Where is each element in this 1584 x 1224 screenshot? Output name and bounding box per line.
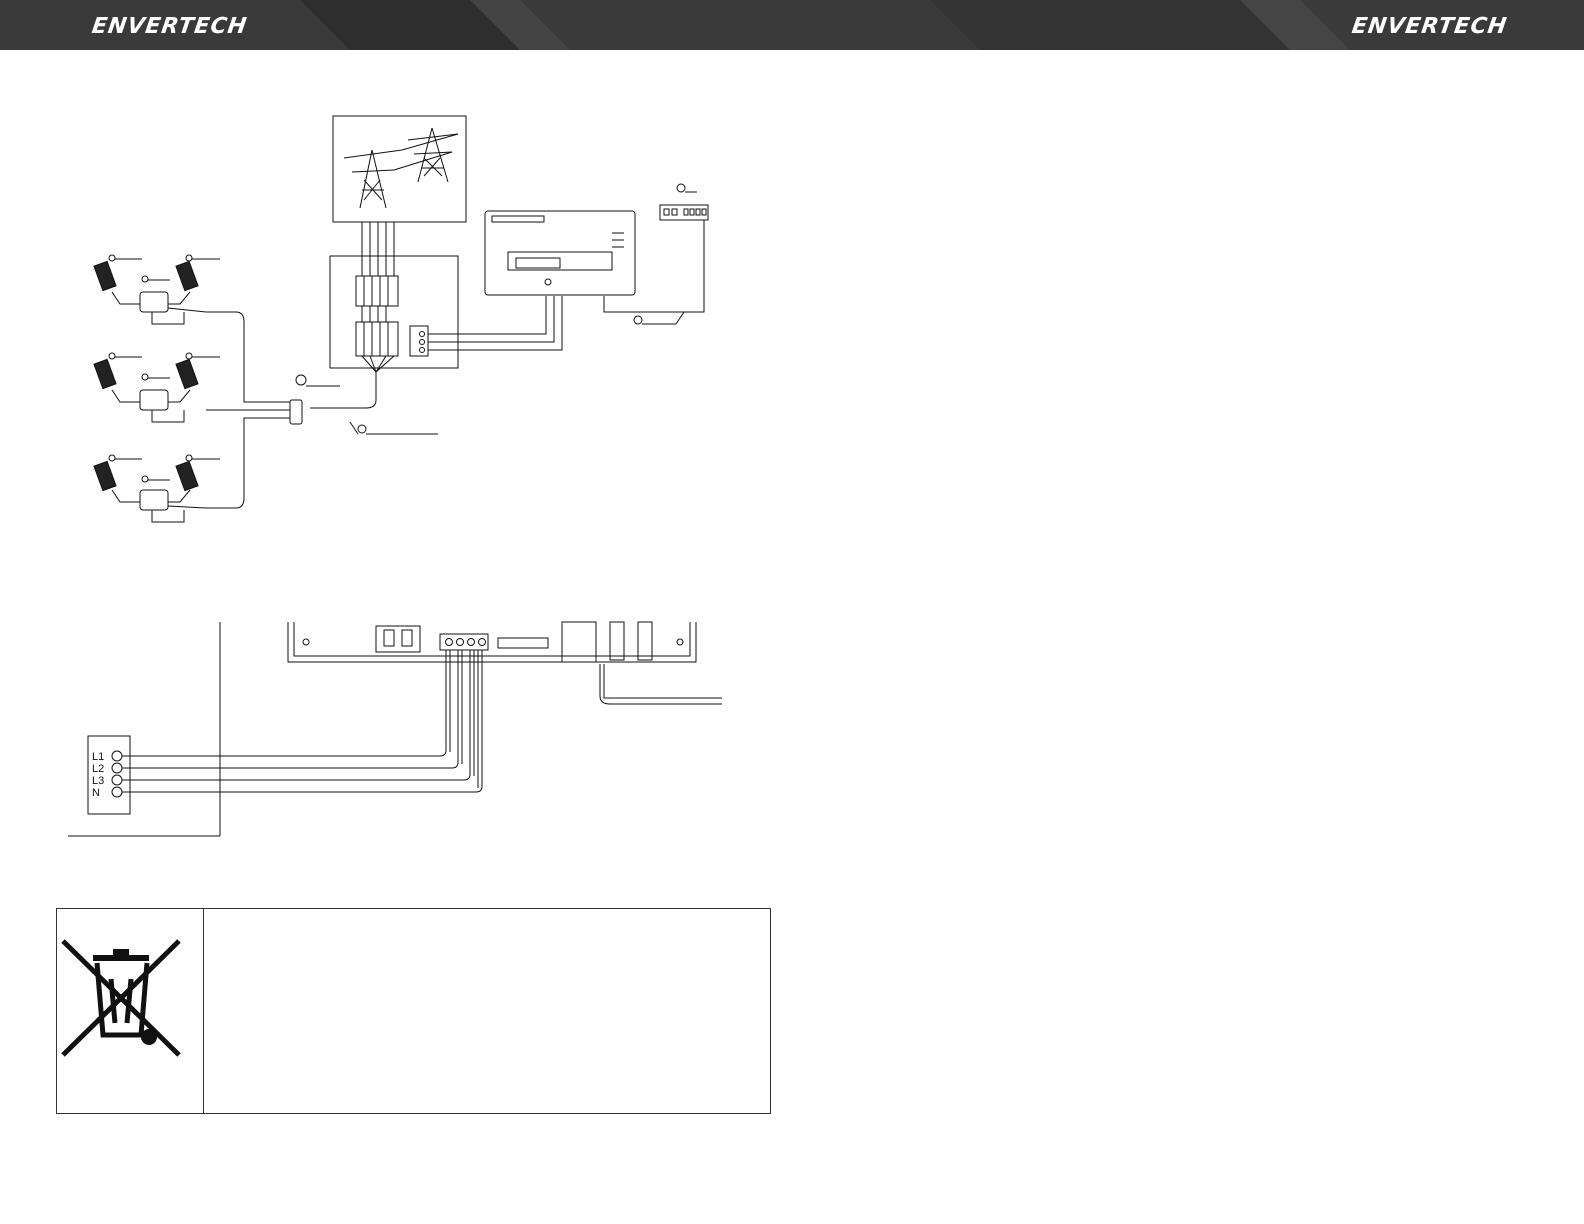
system-wiring-diagram [93,115,709,523]
brand-logo-left: ENVERTECH [90,14,249,39]
grid-box [332,115,467,223]
header-banner: ENVERTECH ENVERTECH [0,0,1584,50]
solar-group-1 [93,254,220,325]
breaker-top [355,275,399,307]
disposal-notice-box [56,908,771,1114]
terminal-label-l1: L1 [92,751,105,763]
terminal-block [409,325,429,357]
terminal-label-l2: L2 [92,763,105,775]
pylon-icon [343,149,403,209]
terminal-label-n: N [92,787,100,799]
solar-group-3 [93,454,220,523]
crossed-out-wheelie-bin-icon [61,939,181,1057]
ac-junction [289,399,303,425]
terminal-wiring-diagram [68,621,722,837]
brand-logo-right: ENVERTECH [1350,14,1509,39]
notice-divider [203,909,204,1113]
terminal-label-l3: L3 [92,775,105,787]
breaker-bottom [355,321,399,357]
solar-group-2 [93,352,220,423]
